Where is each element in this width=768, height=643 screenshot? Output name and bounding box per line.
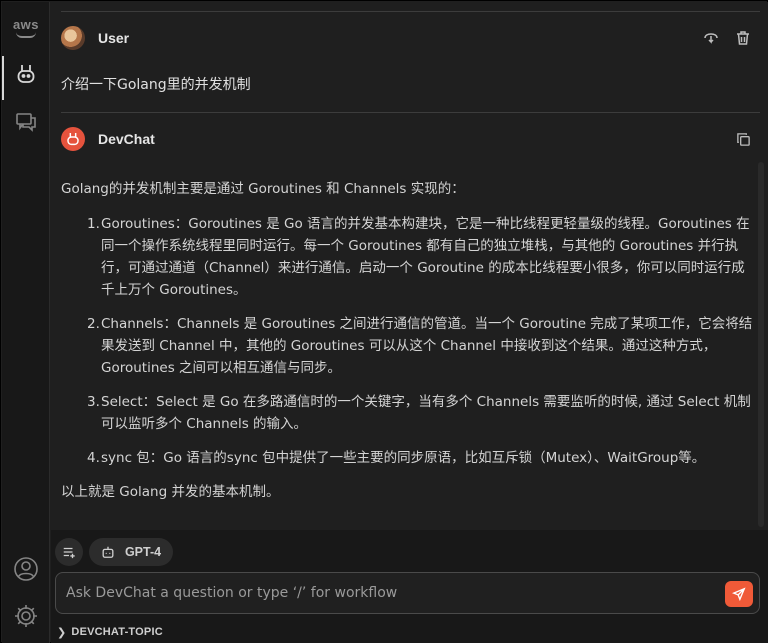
bot-sender-name: DevChat (98, 131, 155, 147)
activity-bar: aws (2, 2, 50, 643)
model-label: GPT-4 (124, 545, 162, 559)
answer-outro: 以上就是 Golang 并发的基本机制。 (61, 484, 280, 500)
user-message-actions (702, 29, 752, 47)
devchat-avatar (61, 127, 85, 151)
send-icon (732, 587, 746, 601)
chevron-right-icon: ❯ (57, 626, 67, 639)
model-selector-button[interactable]: GPT-4 (89, 538, 173, 566)
chat-scrollbar[interactable] (758, 162, 764, 527)
account-icon (14, 557, 38, 581)
user-sender-name: User (98, 30, 130, 46)
list-item-number: 4. (87, 450, 100, 466)
rabbit-icon (67, 133, 79, 146)
devchat-activity-button[interactable] (2, 52, 50, 100)
devchat-topic-section[interactable]: ❯ DEVCHAT-TOPIC (57, 623, 163, 641)
list-item: 2. Channels：Channels 是 Goroutines 之间进行通信… (87, 313, 756, 379)
list-item-number: 3. (87, 394, 100, 410)
trash-icon (737, 31, 749, 45)
robot-icon (102, 546, 114, 558)
delete-message-button[interactable] (734, 29, 752, 47)
list-item: 1. Goroutines：Goroutines 是 Go 语言的并发基本构建块… (87, 213, 756, 301)
user-message-text: 介绍一下Golang里的并发机制 (61, 77, 251, 93)
gear-icon (15, 605, 37, 627)
topic-section-label: DEVCHAT-TOPIC (71, 626, 163, 638)
list-plus-icon (63, 547, 75, 559)
rabbit-icon (17, 65, 35, 83)
aws-logo-icon: aws (12, 16, 40, 38)
chat-bubbles-icon (16, 113, 36, 132)
list-item: 3. Select：Select 是 Go 在多路通信时的一个关键字，当有多个 … (87, 391, 756, 435)
list-item-text: Channels：Channels 是 Goroutines 之间进行通信的管道… (101, 316, 753, 376)
list-item-number: 1. (87, 216, 100, 232)
answer-list: 1. Goroutines：Goroutines 是 Go 语言的并发基本构建块… (61, 213, 756, 469)
chat-input[interactable] (66, 573, 716, 613)
top-divider (61, 11, 760, 12)
aws-toolkit-button[interactable]: aws (2, 6, 50, 50)
edit-message-button[interactable] (702, 29, 720, 47)
send-button[interactable] (725, 581, 753, 607)
list-item-text: sync 包：Go 语言的sync 包中提供了一些主要的同步原语，比如互斥锁（M… (101, 450, 706, 466)
chat-panel-button[interactable] (2, 100, 50, 144)
bot-message-header: DevChat (61, 124, 752, 154)
user-message-header: User (61, 23, 752, 53)
manage-button[interactable] (2, 594, 50, 638)
list-item-text: Goroutines：Goroutines 是 Go 语言的并发基本构建块，它是… (101, 216, 750, 298)
answer-intro: Golang的并发机制主要是通过 Goroutines 和 Channels 实… (61, 181, 465, 197)
workflow-menu-button[interactable] (55, 538, 83, 566)
user-avatar (61, 26, 85, 50)
list-item-text: Select：Select 是 Go 在多路通信时的一个关键字，当有多个 Cha… (101, 394, 751, 432)
message-divider (61, 112, 760, 113)
bot-message-body: Golang的并发机制主要是通过 Goroutines 和 Channels 实… (61, 178, 756, 503)
chat-input-box (55, 572, 760, 614)
accounts-button[interactable] (2, 547, 50, 591)
chat-panel: User 介绍一下Golang里的并发机制 DevChat Golang的并发机… (51, 2, 768, 643)
list-item: 4. sync 包：Go 语言的sync 包中提供了一些主要的同步原语，比如互斥… (87, 447, 756, 469)
copy-message-button[interactable] (734, 130, 752, 148)
input-area: GPT-4 ❯ DEVCHAT-TOPIC (51, 530, 768, 643)
bot-message-actions (734, 130, 752, 148)
list-item-number: 2. (87, 316, 100, 332)
copy-icon (736, 132, 750, 146)
devchat-window: aws User 介绍一下Golang里的并发机制 DevChat Golang… (0, 0, 768, 643)
aws-logo-text: aws (12, 16, 40, 32)
edit-icon (704, 33, 718, 44)
